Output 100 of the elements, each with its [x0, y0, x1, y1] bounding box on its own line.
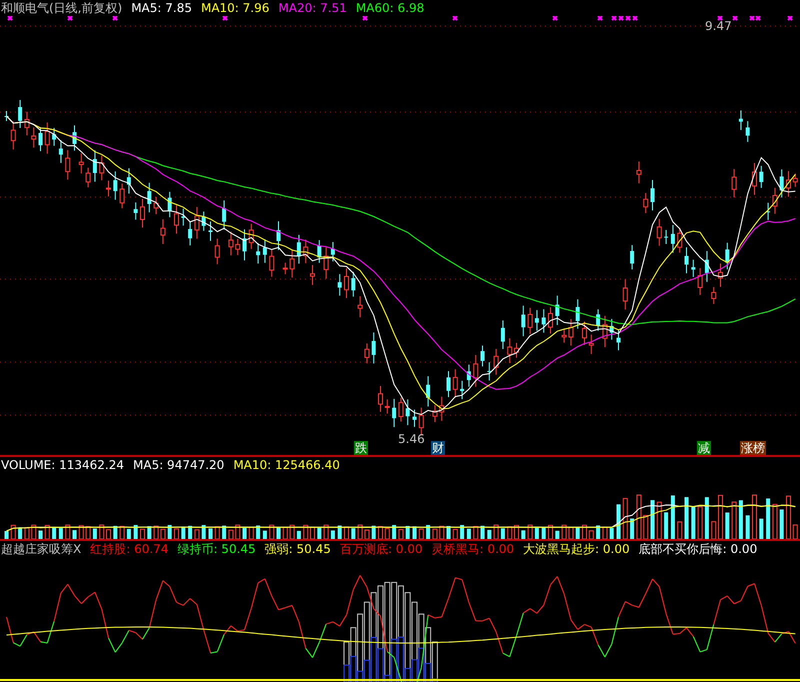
candlestick: [248, 223, 254, 250]
candlestick: [588, 334, 594, 354]
candlestick: [31, 126, 36, 148]
low-price-label: 5.46: [398, 432, 425, 446]
candlestick: [235, 238, 240, 256]
candlestick: [330, 242, 335, 262]
candlestick: [725, 242, 730, 270]
candlestick: [126, 168, 131, 194]
candlestick: [759, 165, 764, 188]
high-price-label: 9.47: [705, 19, 732, 33]
candlestick: [290, 250, 295, 278]
candlestick: [296, 234, 301, 264]
candlestick: [24, 111, 30, 136]
candlestick: [752, 162, 757, 196]
candlestick: [698, 268, 703, 296]
candlestick: [188, 221, 192, 246]
indicator-value: MA20: 7.51: [278, 0, 347, 16]
candlestick: [214, 238, 220, 265]
candlestick: [656, 218, 662, 246]
candlestick: [18, 99, 22, 128]
indicator-value: 大波黑马起步: 0.00: [523, 541, 630, 557]
candlestick: [711, 286, 716, 304]
candlestick: [282, 262, 288, 275]
candlestick: [52, 127, 56, 146]
candlestick: [38, 126, 42, 152]
candlestick: [99, 155, 104, 181]
candlestick: [310, 264, 315, 286]
candlestick: [140, 198, 145, 228]
indicator-value: 灵桥黑马: 0.00: [431, 541, 514, 557]
candlestick: [208, 221, 212, 242]
indicator-value: MA10: 7.96: [200, 0, 270, 16]
candlestick: [194, 206, 200, 240]
candlestick: [596, 308, 600, 332]
candlestick: [704, 250, 709, 282]
candlestick: [228, 231, 234, 256]
candlestick: [86, 167, 91, 188]
candlestick: [630, 244, 634, 270]
candlestick: [664, 229, 668, 244]
candlestick: [500, 320, 505, 350]
candlestick: [174, 204, 179, 234]
candlestick: [473, 354, 478, 388]
candlestick: [494, 348, 499, 376]
candlestick: [576, 298, 580, 330]
candlestick: [792, 173, 798, 188]
candlestick: [602, 315, 608, 348]
candlestick: [44, 122, 50, 154]
signal-tag: 涨榜: [740, 441, 766, 455]
candlestick: [181, 208, 186, 226]
candlestick: [487, 362, 492, 382]
candlestick: [351, 271, 356, 298]
indicator-value: MA60: 6.98: [356, 0, 424, 16]
candlestick: [460, 380, 464, 400]
candlestick: [507, 338, 512, 364]
candlestick: [466, 364, 471, 388]
candlestick: [106, 180, 111, 197]
candlestick: [317, 240, 322, 264]
candlestick: [582, 321, 587, 346]
candlestick: [718, 262, 723, 288]
candlestick: [10, 120, 16, 150]
signal-tag: 跌: [354, 441, 368, 455]
candlestick: [392, 398, 396, 428]
candlestick: [643, 192, 648, 214]
candlestick: [650, 179, 654, 211]
candlestick: [344, 268, 349, 299]
indicator-value: 绿持币: 50.45: [177, 541, 256, 557]
candlestick: [622, 278, 628, 310]
candlestick: [160, 218, 166, 245]
indicator-value: 底部不买你后悔: 0.00: [638, 541, 758, 557]
candlestick: [780, 168, 784, 198]
signal-tag: 财: [431, 441, 445, 455]
candlestick: [154, 196, 159, 215]
candlestick: [772, 187, 778, 214]
candlestick: [303, 239, 308, 264]
chart-title: 和顺电气(日线,前复权): [1, 0, 122, 16]
candlestick: [58, 140, 63, 164]
candlestick: [364, 342, 370, 364]
candlestick: [766, 202, 770, 220]
candlestick: [691, 259, 696, 278]
candlestick: [534, 310, 539, 332]
candlestick: [555, 295, 560, 326]
chart-title: 超越庄家吸筹X: [1, 541, 82, 557]
candlestick: [418, 407, 424, 436]
candlestick: [242, 228, 246, 261]
candlestick: [398, 397, 404, 422]
candlestick: [120, 183, 125, 209]
candlestick: [78, 152, 84, 174]
candlestick: [446, 370, 450, 398]
candlestick: [65, 150, 70, 180]
candlestick: [616, 329, 620, 351]
candlestick: [262, 238, 267, 264]
candlestick: [92, 150, 97, 182]
candlestick: [439, 396, 444, 422]
candlestick: [542, 308, 546, 334]
candlestick: [684, 246, 688, 274]
candlestick: [610, 318, 614, 340]
candlestick: [384, 398, 390, 414]
candlestick: [256, 242, 260, 264]
indicator-value: 红持股: 60.74: [90, 541, 168, 557]
candlestick: [670, 224, 675, 254]
indicator-value: 百万测底: 0.00: [340, 541, 422, 557]
